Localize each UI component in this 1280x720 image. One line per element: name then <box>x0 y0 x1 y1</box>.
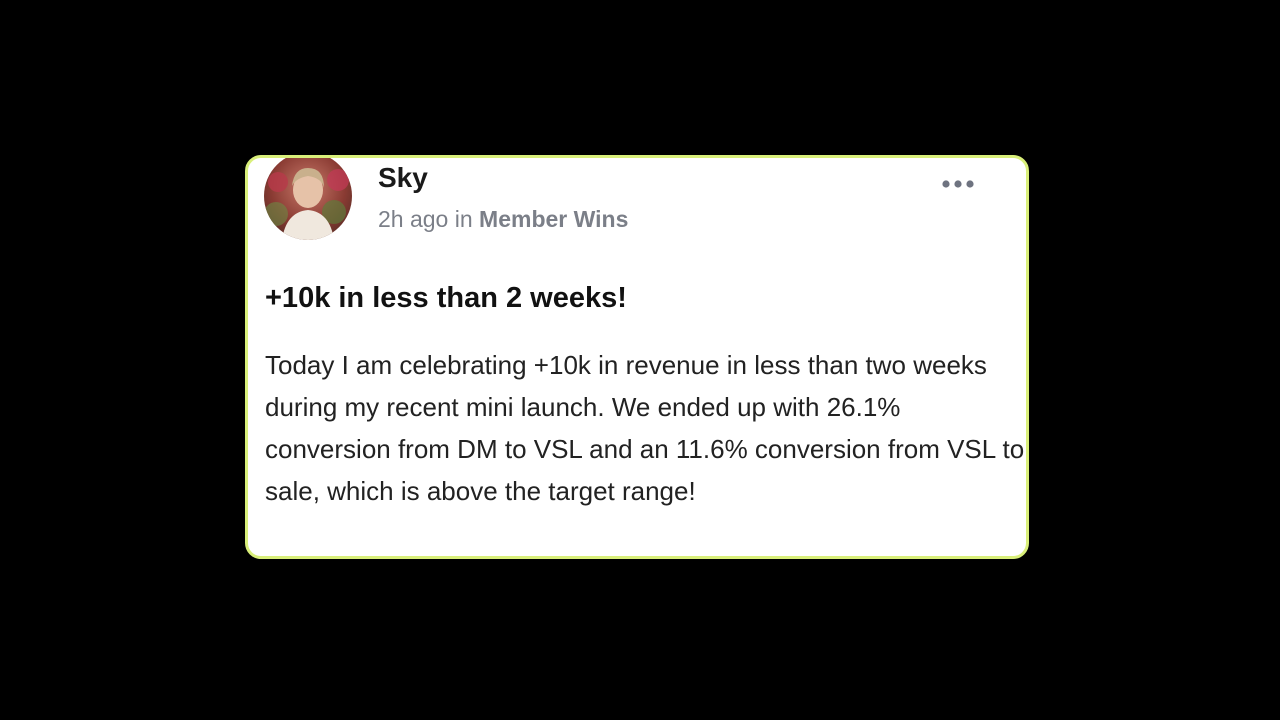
stage: Sky 2h ago in Member Wins +10k in less t… <box>0 0 1280 720</box>
post-title: +10k in less than 2 weeks! <box>265 282 627 314</box>
author-name[interactable]: Sky <box>378 162 428 194</box>
more-options-button[interactable] <box>938 172 978 196</box>
post-meta-in: in <box>454 206 473 232</box>
post-body: Today I am celebrating +10k in revenue i… <box>265 350 1025 506</box>
post-category-link[interactable]: Member Wins <box>479 206 628 232</box>
author-avatar[interactable] <box>264 158 352 240</box>
post-time: 2h ago <box>378 206 449 232</box>
avatar-photo-icon <box>264 158 352 240</box>
more-horizontal-icon <box>942 180 974 188</box>
post-meta: 2h ago in Member Wins <box>378 204 628 234</box>
post-card: Sky 2h ago in Member Wins +10k in less t… <box>245 155 1029 559</box>
